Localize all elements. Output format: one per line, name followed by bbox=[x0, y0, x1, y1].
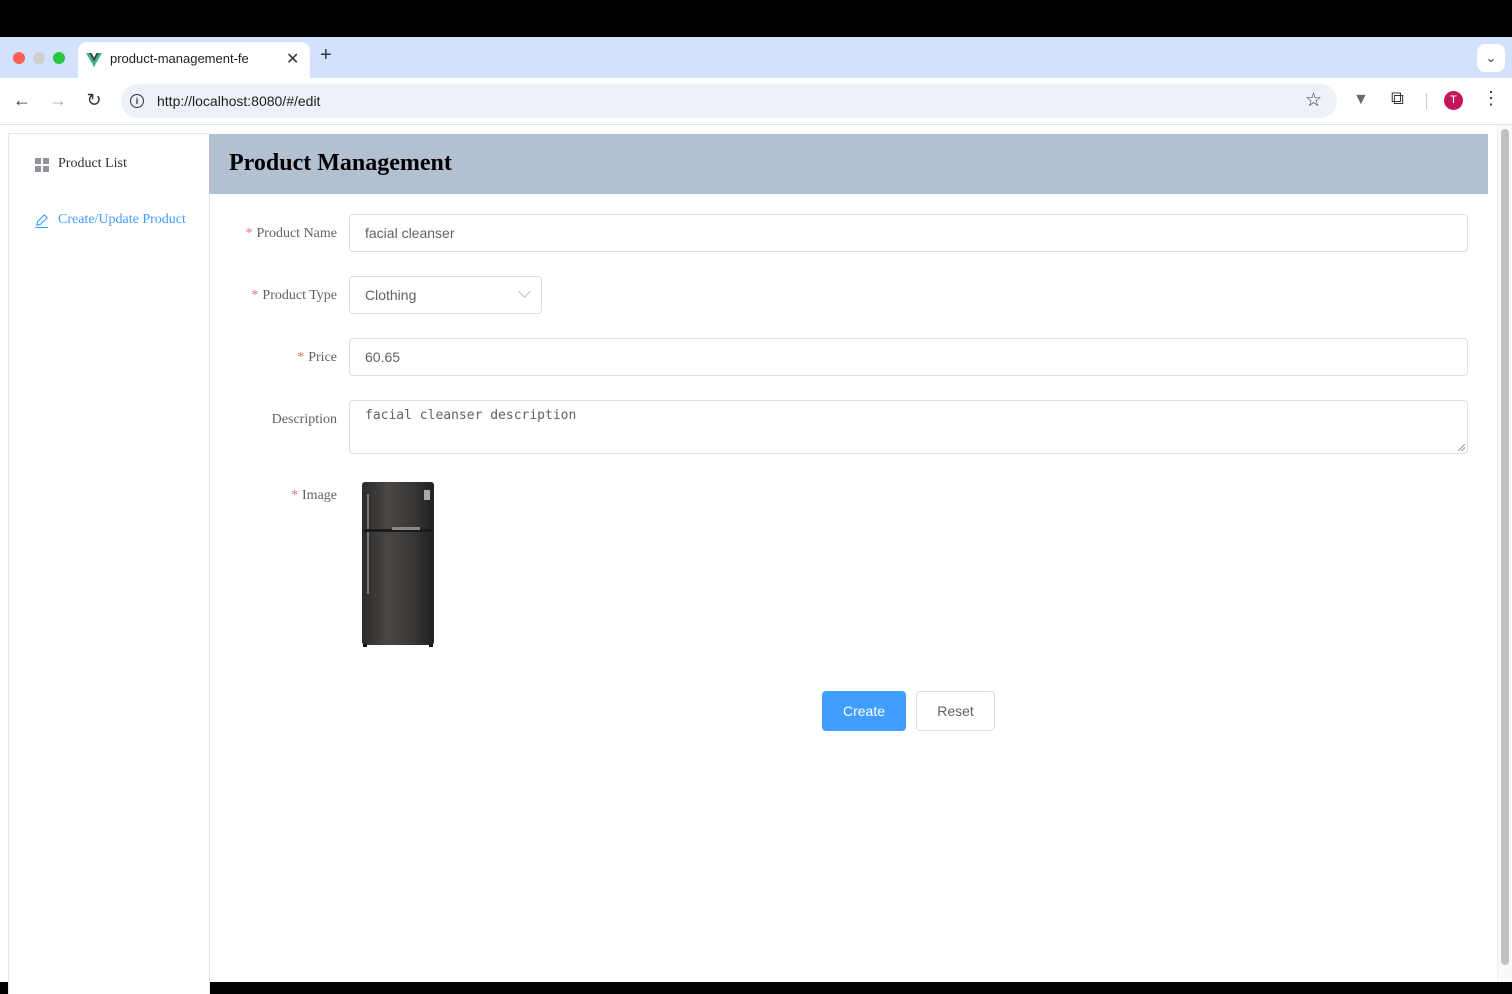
window-close-button[interactable] bbox=[13, 52, 25, 64]
required-asterisk: * bbox=[291, 488, 299, 503]
window-zoom-button[interactable] bbox=[53, 52, 65, 64]
fridge-handle-bar bbox=[392, 527, 420, 530]
product-name-input[interactable]: facial cleanser bbox=[349, 214, 1468, 252]
address-bar[interactable]: i http://localhost:8080/#/edit ☆ bbox=[121, 84, 1337, 118]
forward-arrow-icon[interactable]: → bbox=[47, 90, 69, 111]
description-label: Description bbox=[209, 412, 337, 428]
required-asterisk: * bbox=[251, 288, 259, 303]
site-info-icon[interactable]: i bbox=[130, 94, 144, 108]
sidebar-item-create-update-product[interactable]: Create/Update Product bbox=[9, 192, 209, 248]
tab-title: product-management-fe bbox=[110, 51, 249, 66]
description-textarea[interactable]: facial cleanser description bbox=[349, 400, 1468, 454]
required-asterisk: * bbox=[245, 226, 253, 241]
tab-search-chevron-icon[interactable]: ⌄ bbox=[1477, 44, 1505, 72]
reset-button[interactable]: Reset bbox=[916, 691, 995, 731]
fridge-handle bbox=[367, 494, 369, 594]
back-arrow-icon[interactable]: ← bbox=[11, 90, 33, 111]
label-text: Product Type bbox=[262, 288, 337, 303]
create-button[interactable]: Create bbox=[822, 691, 906, 731]
bookmark-star-icon[interactable]: ☆ bbox=[1305, 89, 1322, 112]
sidebar-item-label: Create/Update Product bbox=[58, 212, 186, 227]
profile-avatar[interactable]: T bbox=[1444, 91, 1463, 110]
label-text: Image bbox=[302, 488, 337, 503]
sidebar-menu: Product List Create/Update Product bbox=[8, 133, 210, 994]
browser-menu-icon[interactable]: ⋮ bbox=[1482, 88, 1500, 109]
vue-devtools-extension-icon[interactable]: ▼ bbox=[1353, 91, 1369, 109]
fridge-panel bbox=[424, 490, 430, 500]
label-text: Price bbox=[308, 350, 337, 365]
url-text[interactable]: http://localhost:8080/#/edit bbox=[157, 93, 320, 109]
price-label: * Price bbox=[209, 350, 337, 366]
window-minimize-button[interactable] bbox=[33, 52, 45, 64]
textarea-value: facial cleanser description bbox=[365, 408, 577, 423]
extensions-puzzle-icon[interactable]: ⧉ bbox=[1391, 88, 1404, 109]
vue-favicon-icon bbox=[86, 53, 102, 67]
new-tab-icon[interactable]: + bbox=[320, 44, 332, 67]
grid-icon bbox=[34, 157, 49, 172]
page-header: Product Management bbox=[209, 134, 1488, 194]
label-text: Description bbox=[271, 412, 337, 427]
product-type-select[interactable]: Clothing bbox=[349, 276, 542, 314]
fridge-foot bbox=[429, 644, 433, 647]
toolbar-separator bbox=[1426, 93, 1427, 109]
edit-icon bbox=[34, 214, 49, 228]
screen-top-bar bbox=[0, 0, 1512, 37]
browser-tab[interactable]: product-management-fe ✕ bbox=[78, 42, 310, 78]
selected-value: Clothing bbox=[365, 287, 417, 303]
required-asterisk: * bbox=[297, 350, 305, 365]
scrollbar-thumb[interactable] bbox=[1501, 129, 1509, 965]
price-input[interactable]: 60.65 bbox=[349, 338, 1468, 376]
product-name-label: * Product Name bbox=[209, 226, 337, 242]
sidebar-item-label: Product List bbox=[58, 156, 127, 171]
image-label: * Image bbox=[209, 488, 337, 504]
label-text: Product Name bbox=[256, 226, 337, 241]
page-content: Product List Create/Update Product Produ… bbox=[0, 125, 1512, 994]
sidebar-item-product-list[interactable]: Product List bbox=[9, 136, 209, 192]
product-image-refrigerator[interactable] bbox=[362, 482, 434, 647]
page-title: Product Management bbox=[229, 150, 452, 176]
reload-icon[interactable]: ↻ bbox=[83, 90, 105, 111]
product-type-label: * Product Type bbox=[209, 288, 337, 304]
fridge-foot bbox=[363, 644, 367, 647]
tab-close-icon[interactable]: ✕ bbox=[286, 49, 299, 69]
chevron-down-icon bbox=[518, 285, 531, 298]
resize-handle-icon[interactable] bbox=[1458, 444, 1465, 451]
